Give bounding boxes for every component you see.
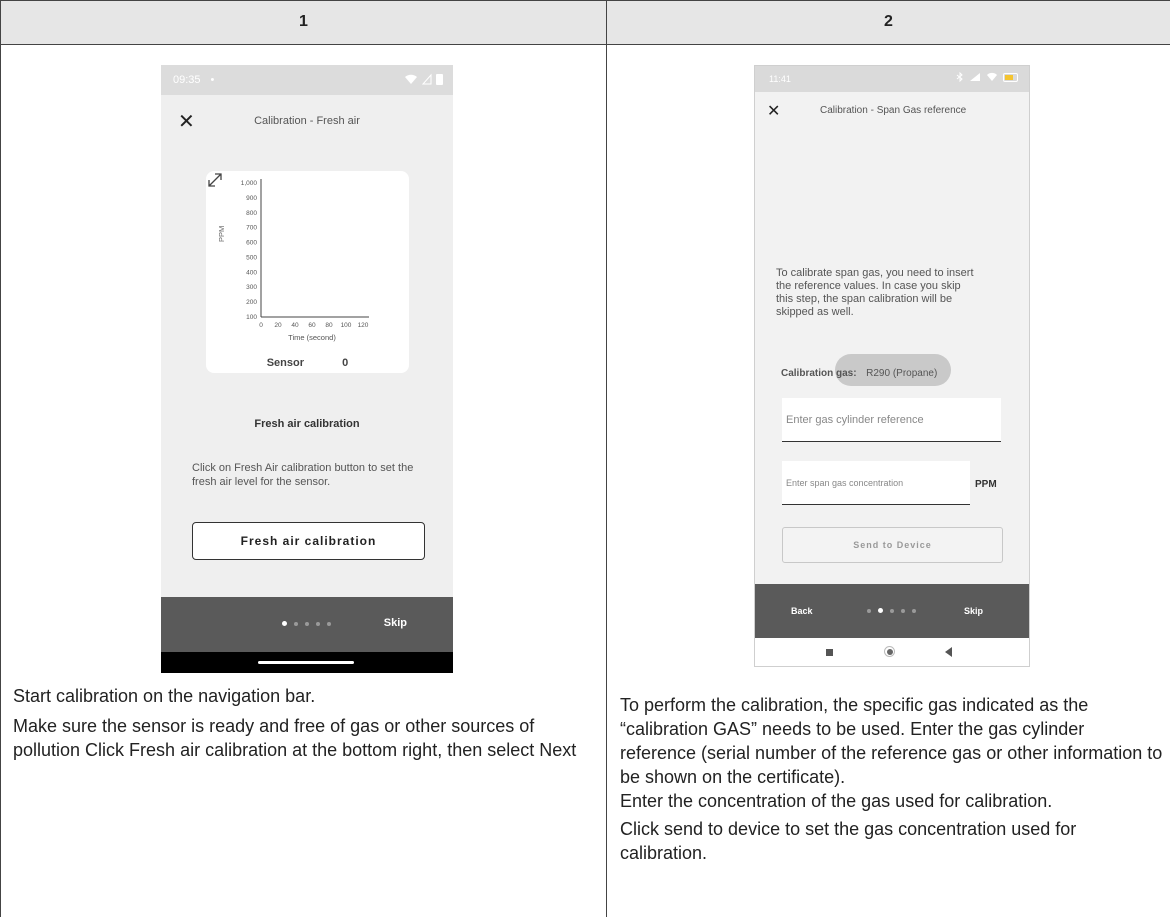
page-dot — [878, 608, 883, 613]
back-nav-icon[interactable] — [945, 647, 952, 657]
paragraph: Click send to device to set the gas conc… — [620, 819, 1077, 863]
page-dot — [294, 621, 298, 626]
battery-icon — [436, 74, 443, 85]
x-axis-label: Time (second) — [288, 333, 336, 342]
send-to-device-button[interactable]: Send to Device — [782, 527, 1003, 563]
y-tick-label: 400 — [246, 269, 257, 276]
status-bar: 09:35 • — [161, 65, 453, 95]
x-tick-label: 20 — [274, 322, 282, 329]
battery-icon — [1003, 72, 1018, 82]
legend-series-value: 0 — [342, 357, 349, 369]
calibration-gas-label: Calibration gas: — [781, 368, 857, 379]
wifi-icon — [987, 72, 997, 81]
status-time: 09:35 — [173, 74, 201, 86]
y-tick-label: 700 — [246, 225, 257, 232]
y-tick-label: 800 — [246, 210, 257, 217]
instructions-text: Click on Fresh Air calibration button to… — [192, 462, 414, 488]
skip-button[interactable]: Skip — [384, 617, 407, 629]
page-dot — [912, 608, 916, 613]
column-number: 2 — [884, 13, 893, 30]
legend-sensor: Sensor 0 — [206, 357, 409, 369]
bottom-bar: Back Skip — [755, 584, 1029, 638]
status-bar: 11:41 — [755, 66, 1029, 92]
page-dot — [316, 621, 320, 626]
gesture-navbar — [161, 652, 453, 673]
ppm-chart-card: 100 200 300 400 500 600 700 800 900 1,000 0 20 40 60 8… — [206, 171, 409, 373]
page-indicator — [282, 621, 331, 626]
column-1-description: Start calibration on the navigation bar.… — [13, 684, 598, 768]
y-axis-label: PPM — [217, 226, 226, 242]
signal-icon — [970, 73, 980, 81]
recents-icon[interactable] — [826, 649, 833, 656]
y-tick-label: 900 — [246, 195, 257, 202]
y-tick-label: 200 — [246, 299, 257, 306]
x-tick-label: 120 — [358, 322, 369, 329]
screen-title: Calibration - Span Gas reference — [820, 105, 967, 116]
table-border-top — [0, 0, 1170, 1]
instruction-table: 1 2 09:35 • ✕ Calibration - Fresh air 10… — [0, 0, 1170, 917]
x-tick-label: 40 — [291, 322, 299, 329]
paragraph: Start calibration on the navigation bar. — [13, 686, 316, 706]
home-icon[interactable] — [884, 646, 895, 657]
bluetooth-icon — [956, 72, 963, 82]
status-icons — [404, 73, 443, 85]
home-gesture-pill[interactable] — [258, 661, 354, 664]
page-dot — [305, 621, 309, 626]
y-tick-label: 500 — [246, 254, 257, 261]
unit-label: PPM — [975, 479, 997, 490]
intro-text: To calibrate span gas, you need to inser… — [776, 267, 974, 318]
y-tick-label: 300 — [246, 284, 257, 291]
signal-icon — [422, 73, 432, 85]
x-tick-label: 60 — [308, 322, 316, 329]
calibration-gas-row: Calibration gas: R290 (Propane) — [781, 368, 937, 379]
gas-cylinder-reference-input[interactable]: Enter gas cylinder reference — [782, 398, 1001, 442]
section-heading: Fresh air calibration — [254, 418, 360, 430]
column-2-description: To perform the calibration, the specific… — [620, 693, 1165, 871]
table-column-divider — [606, 0, 607, 917]
page-indicator — [867, 608, 916, 613]
y-tick-label: 1,000 — [241, 180, 258, 187]
page-dot — [327, 621, 331, 626]
x-tick-label: 80 — [325, 322, 333, 329]
column-header-1: 1 — [0, 0, 607, 45]
status-icons — [956, 72, 1019, 82]
paragraph: Make sure the sensor is ready and free o… — [13, 716, 577, 760]
page-dot — [867, 608, 871, 613]
ppm-chart: 100 200 300 400 500 600 700 800 900 1,000 0 20 40 60 8… — [217, 179, 369, 342]
status-time: 11:41 — [769, 74, 791, 84]
back-button[interactable]: Back — [791, 606, 813, 616]
phone-screenshot-span-gas: 11:41 ✕ Calibration - Span Gas reference… — [754, 65, 1030, 667]
calibration-gas-value: R290 (Propane) — [866, 368, 938, 379]
column-header-2: 2 — [607, 0, 1170, 45]
system-navbar — [755, 638, 1029, 666]
x-tick-label: 0 — [259, 322, 263, 329]
bottom-bar: Skip — [161, 597, 453, 652]
page-dot — [282, 621, 287, 626]
expand-icon[interactable] — [206, 171, 224, 189]
page-dot — [890, 608, 894, 613]
y-tick-label: 600 — [246, 240, 257, 247]
screen-title: Calibration - Fresh air — [254, 115, 360, 127]
paragraph: To perform the calibration, the specific… — [620, 695, 1163, 811]
legend-series-name: Sensor — [266, 357, 305, 369]
x-tick-label: 100 — [341, 322, 352, 329]
y-tick-label: 100 — [246, 314, 257, 321]
span-gas-concentration-input[interactable]: Enter span gas concentration — [782, 461, 970, 505]
fresh-air-calibration-button[interactable]: Fresh air calibration — [192, 522, 425, 560]
page-dot — [901, 608, 905, 613]
column-number: 1 — [299, 13, 308, 30]
close-icon[interactable]: ✕ — [767, 101, 780, 121]
wifi-icon — [405, 74, 417, 84]
status-dot: • — [210, 74, 215, 86]
table-border-left — [0, 0, 1, 917]
skip-button[interactable]: Skip — [964, 606, 983, 616]
phone-screenshot-fresh-air: 09:35 • ✕ Calibration - Fresh air 100 200… — [161, 65, 453, 673]
